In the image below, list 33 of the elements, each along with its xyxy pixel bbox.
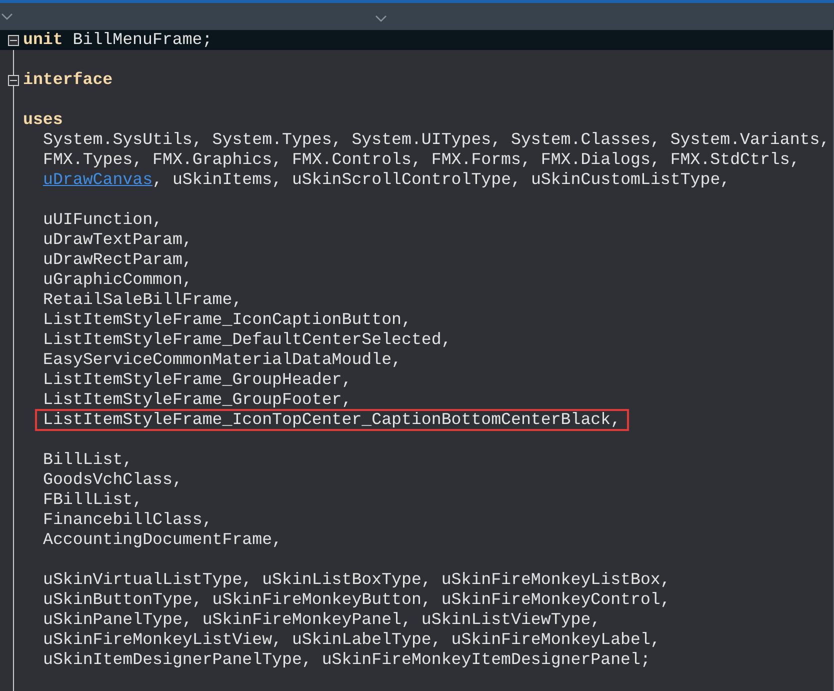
code-text: BillList, — [43, 450, 133, 470]
code-text: uDrawTextParam, — [43, 230, 192, 250]
keyword: uses — [23, 110, 63, 130]
code-text: FBillList, — [43, 490, 143, 510]
keyword: unit — [23, 30, 63, 50]
collapse-icon[interactable] — [8, 35, 19, 46]
code-text: uSkinPanelType, uSkinFireMonkeyPanel, uSkinListViewType, — [43, 610, 601, 630]
chevron-down-icon[interactable] — [1, 13, 13, 21]
code-text: ListItemStyleFrame_IconTopCenter_CaptionBottomCenterBlack, — [43, 410, 621, 430]
code-text: AccountingDocumentFrame, — [43, 530, 282, 550]
code-text: FinancebillClass, — [43, 510, 212, 530]
code-text: uSkinItemDesignerPanelType, uSkinFireMonkeyItemDesignerPanel; — [43, 650, 650, 670]
code-text: FMX.Types, FMX.Graphics, FMX.Controls, FMX.Forms, FMX.Dialogs, FMX.StdCtrls, — [43, 150, 800, 170]
code-text: uGraphicCommon, — [43, 270, 192, 290]
code-text: , uSkinItems, uSkinScrollControlType, uSkinCustomListType, — [152, 170, 730, 190]
code-text: uDrawRectParam, — [43, 250, 192, 270]
code-text: EasyServiceCommonMaterialDataMoudle, — [43, 350, 402, 370]
keyword: interface — [23, 70, 113, 90]
code-text: uSkinFireMonkeyListView, uSkinLabelType, uSkinFireMonkeyLabel, — [43, 630, 660, 650]
code-text: ListItemStyleFrame_IconCaptionButton, — [43, 310, 412, 330]
chevron-down-icon[interactable] — [375, 15, 387, 23]
unit-link[interactable]: uDrawCanvas — [43, 170, 153, 190]
code-text: ListItemStyleFrame_GroupFooter, — [43, 390, 352, 410]
code-text: uSkinButtonType, uSkinFireMonkeyButton, uSkinFireMonkeyControl, — [43, 590, 670, 610]
code-text: ListItemStyleFrame_DefaultCenterSelected, — [43, 330, 452, 350]
collapse-icon[interactable] — [8, 75, 19, 86]
code-text: uSkinVirtualListType, uSkinListBoxType, uSkinFireMonkeyListBox, — [43, 570, 670, 590]
code-text: System.SysUtils, System.Types, System.UITypes, System.Classes, System.Variants, — [43, 130, 830, 150]
code-text: GoodsVchClass, — [43, 470, 182, 490]
code-text: uUIFunction, — [43, 210, 162, 230]
code-text: RetailSaleBillFrame, — [43, 290, 242, 310]
code-text: BillMenuFrame; — [72, 30, 212, 50]
code-text: ListItemStyleFrame_GroupHeader, — [43, 370, 352, 390]
